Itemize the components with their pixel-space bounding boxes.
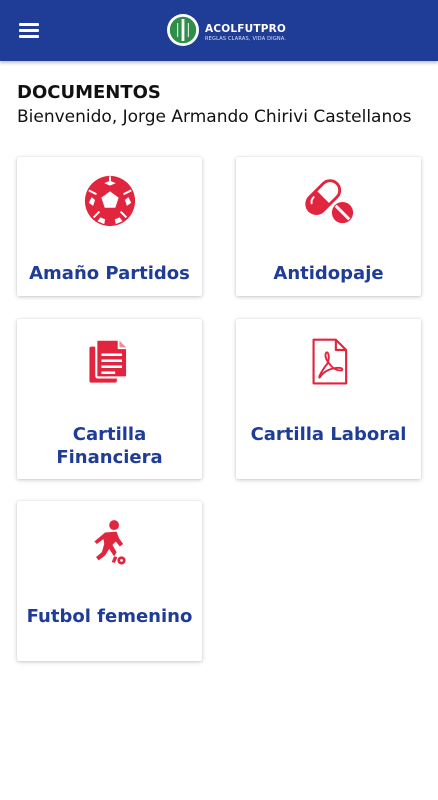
document-card-cartilla-financiera[interactable]: Cartilla Financiera <box>17 319 202 479</box>
document-card-label: Futbol femenino <box>26 606 193 627</box>
soccer-ball-icon <box>84 175 135 227</box>
document-card-antidopaje[interactable]: Antidopaje <box>236 157 421 296</box>
pills-icon <box>304 179 353 224</box>
soccer-player-icon <box>93 520 126 565</box>
document-card-label: Cartilla Financiera <box>56 424 163 468</box>
logo-tagline: REGLAS CLARAS, VIDA DIGNA. <box>205 36 287 42</box>
app-bar: ACOLFUTPRO REGLAS CLARAS, VIDA DIGNA. <box>0 0 438 61</box>
document-card-amano-partidos[interactable]: Amaño Partidos <box>17 157 202 296</box>
document-card-futbol-femenino[interactable]: Futbol femenino <box>17 501 202 661</box>
page-title: DOCUMENTOS <box>17 82 161 103</box>
document-copy-icon <box>88 338 128 383</box>
welcome-message: Bienvenido, Jorge Armando Chirivi Castel… <box>17 107 412 127</box>
app-logo: ACOLFUTPRO REGLAS CLARAS, VIDA DIGNA. <box>166 13 286 49</box>
pdf-file-icon <box>312 338 347 385</box>
hamburger-menu-icon[interactable] <box>14 17 46 45</box>
document-card-label: Amaño Partidos <box>29 263 190 284</box>
document-card-cartilla-laboral[interactable]: Cartilla Laboral <box>236 319 421 479</box>
document-card-label: Cartilla Laboral <box>250 424 407 445</box>
logo-name: ACOLFUTPRO <box>205 23 287 35</box>
acolfutpro-emblem-icon <box>167 14 199 46</box>
document-card-label: Antidopaje <box>273 263 384 284</box>
